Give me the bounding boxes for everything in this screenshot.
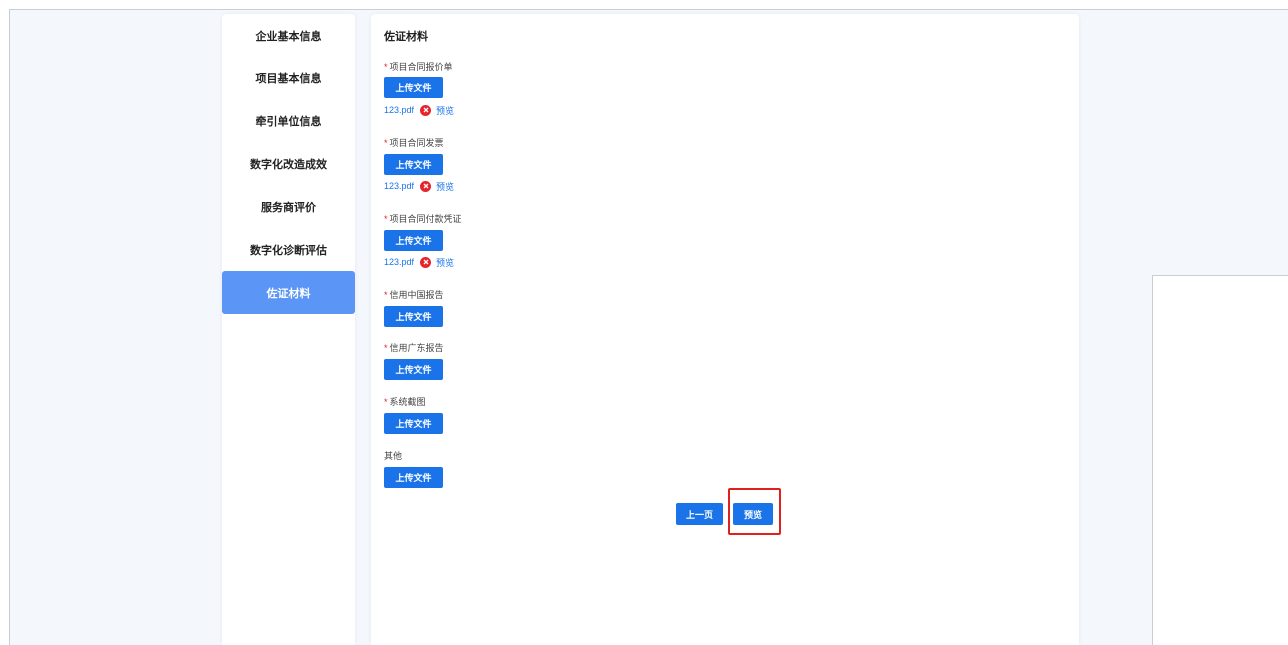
sidebar-item-label: 佐证材料 [266, 287, 311, 300]
field-label: * 信用广东报告 [384, 343, 444, 353]
sidebar-item-digital-assessment[interactable]: 数字化诊断评估 [222, 228, 355, 271]
sidebar-item-label: 企业基本信息 [255, 30, 322, 43]
prev-page-button[interactable]: 上一页 [676, 503, 723, 525]
preview-link[interactable]: 预览 [436, 180, 454, 193]
preview-button[interactable]: 预览 [733, 503, 773, 525]
required-mark: * [384, 138, 388, 148]
required-mark: * [384, 214, 388, 224]
page-title: 佐证材料 [384, 31, 428, 43]
sidebar-item-supporting-materials[interactable]: 佐证材料 [222, 271, 355, 314]
side-panel [1152, 275, 1288, 645]
required-mark: * [384, 397, 388, 407]
upload-button[interactable]: 上传文件 [384, 306, 443, 327]
sidebar-nav: 企业基本信息 项目基本信息 牵引单位信息 数字化改造成效 服务商评价 数字化诊断… [222, 14, 355, 645]
preview-link[interactable]: 预览 [436, 104, 454, 117]
sidebar-item-label: 牵引单位信息 [255, 115, 322, 128]
sidebar-item-label: 项目基本信息 [255, 72, 322, 85]
file-link[interactable]: 123.pdf [384, 181, 414, 191]
sidebar-item-provider-review[interactable]: 服务商评价 [222, 185, 355, 228]
file-link[interactable]: 123.pdf [384, 105, 414, 115]
field-label: * 项目合同付款凭证 [384, 214, 462, 224]
field-label: * 项目合同发票 [384, 138, 444, 148]
sidebar-item-lead-unit[interactable]: 牵引单位信息 [222, 99, 355, 142]
required-mark: * [384, 343, 388, 353]
remove-file-icon[interactable] [420, 104, 432, 116]
upload-button[interactable]: 上传文件 [384, 359, 443, 380]
upload-button[interactable]: 上传文件 [384, 467, 443, 488]
remove-file-icon[interactable] [420, 180, 432, 192]
sidebar-item-company-info[interactable]: 企业基本信息 [222, 14, 355, 57]
preview-link[interactable]: 预览 [436, 256, 454, 269]
file-row: 123.pdf 预览 [384, 256, 454, 268]
required-mark: * [384, 290, 388, 300]
field-label: * 系统截图 [384, 397, 426, 407]
main-panel: 佐证材料 * 项目合同报价单 上传文件 123.pdf 预览 * 项目合同发票 上传… [371, 14, 1079, 645]
field-label: * 项目合同报价单 [384, 62, 453, 72]
sidebar-item-label: 服务商评价 [261, 201, 316, 214]
required-mark: * [384, 62, 388, 72]
file-row: 123.pdf 预览 [384, 104, 454, 116]
field-label: * 信用中国报告 [384, 290, 444, 300]
upload-button[interactable]: 上传文件 [384, 230, 443, 251]
sidebar-item-label: 数字化改造成效 [250, 158, 327, 171]
upload-button[interactable]: 上传文件 [384, 77, 443, 98]
upload-button[interactable]: 上传文件 [384, 154, 443, 175]
file-link[interactable]: 123.pdf [384, 257, 414, 267]
sidebar-item-digital-results[interactable]: 数字化改造成效 [222, 142, 355, 185]
remove-file-icon[interactable] [420, 256, 432, 268]
sidebar-item-project-info[interactable]: 项目基本信息 [222, 56, 355, 99]
upload-button[interactable]: 上传文件 [384, 413, 443, 434]
file-row: 123.pdf 预览 [384, 180, 454, 192]
sidebar-item-label: 数字化诊断评估 [250, 244, 327, 257]
field-label: 其他 [384, 451, 403, 461]
